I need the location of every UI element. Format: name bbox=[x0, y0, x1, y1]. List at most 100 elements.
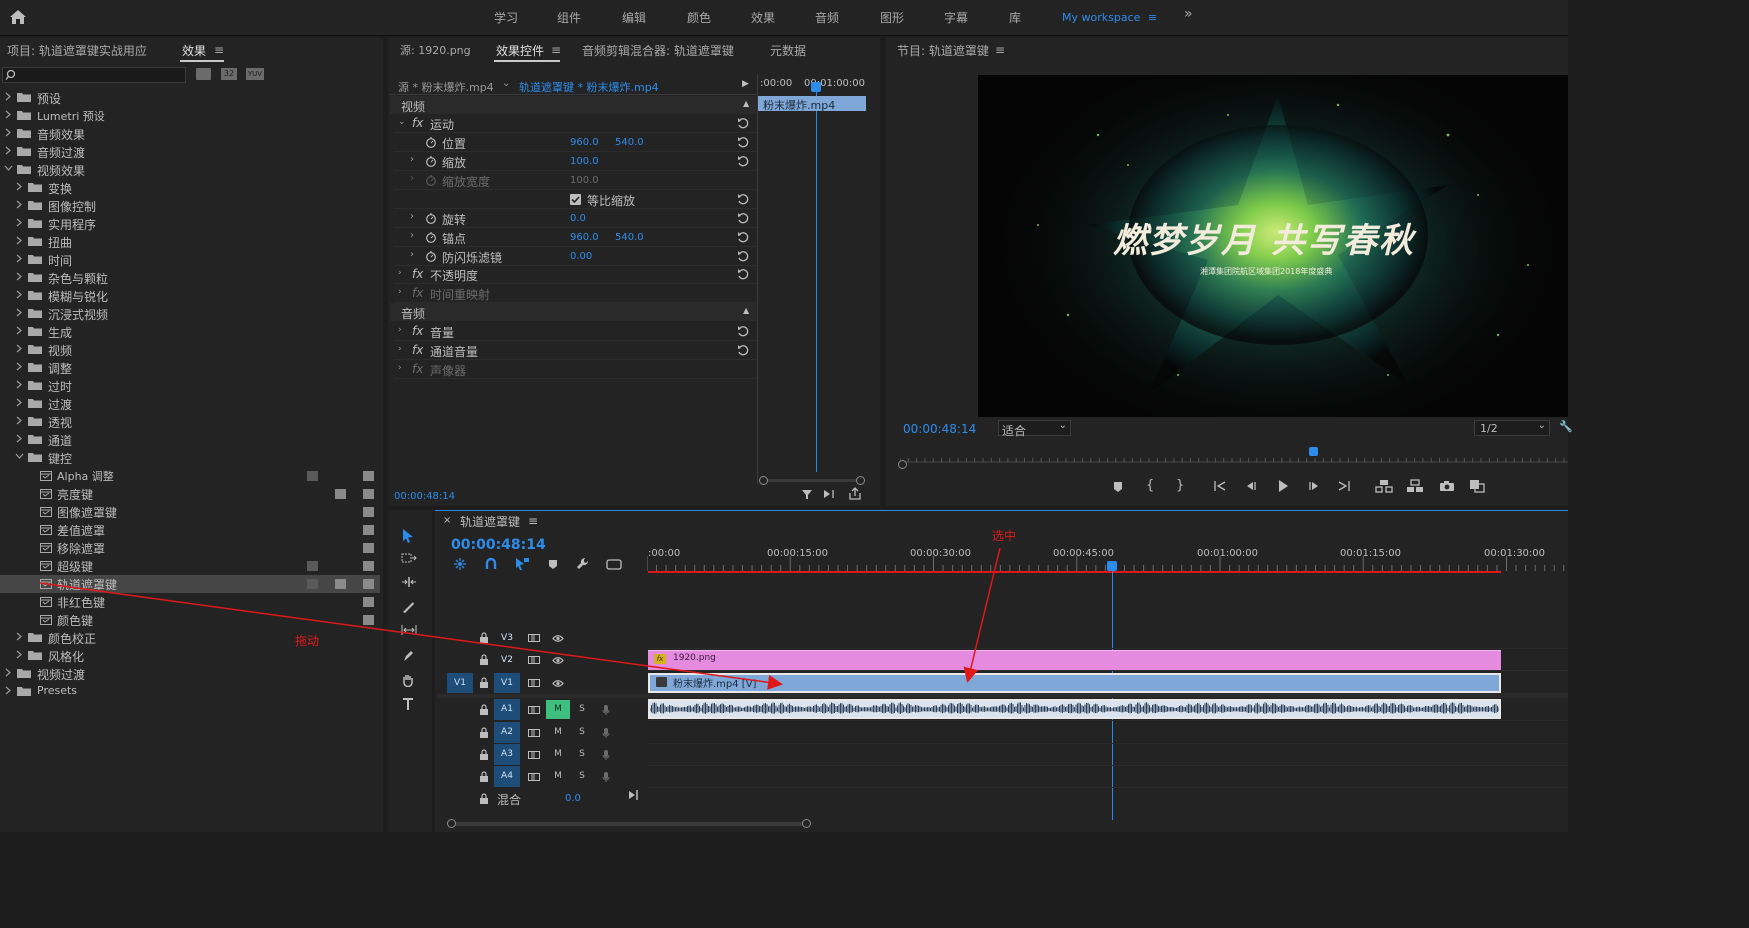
mute-button[interactable]: M bbox=[546, 700, 570, 719]
effect-param-row[interactable]: › fx 通道音量 bbox=[394, 342, 756, 360]
workspace-tab[interactable]: 图形 bbox=[880, 9, 904, 26]
lock-icon[interactable] bbox=[479, 727, 489, 738]
chevron-right-icon[interactable]: › bbox=[410, 230, 414, 241]
mute-button[interactable]: M bbox=[546, 723, 570, 742]
mark-in-icon[interactable]: { bbox=[1146, 478, 1154, 493]
chevron-right-icon[interactable] bbox=[4, 146, 13, 155]
play-icon[interactable] bbox=[1276, 479, 1290, 493]
workspace-tab[interactable]: 编辑 bbox=[622, 9, 646, 26]
effect-item[interactable]: 亮度键 bbox=[0, 485, 380, 503]
chevron-down-icon[interactable] bbox=[4, 164, 13, 173]
program-title[interactable]: 节目: 轨道遮罩键 bbox=[897, 42, 989, 59]
effects-folder[interactable]: 视频过渡 bbox=[0, 665, 380, 683]
effect-param-row[interactable]: › fx 声像器 bbox=[394, 361, 756, 379]
fx-icon[interactable]: fx bbox=[412, 343, 423, 357]
add-marker-icon[interactable] bbox=[1112, 480, 1124, 494]
track-target-toggle[interactable]: V3 bbox=[494, 628, 520, 648]
effect-item[interactable]: Alpha 调整 bbox=[0, 467, 380, 485]
program-menu-icon[interactable]: ≡ bbox=[995, 43, 1005, 57]
reset-icon[interactable] bbox=[737, 212, 749, 224]
sequence-clip-label[interactable]: 轨道遮罩键 * 粉末爆炸.mp4 bbox=[519, 79, 659, 95]
settings-wrench-icon[interactable] bbox=[576, 557, 590, 571]
reset-icon[interactable] bbox=[737, 117, 749, 129]
stopwatch-icon[interactable] bbox=[425, 136, 437, 148]
reset-icon[interactable] bbox=[737, 268, 749, 280]
effects-folder[interactable]: Presets bbox=[0, 683, 380, 701]
work-area-bar[interactable] bbox=[648, 571, 1501, 573]
ec-timecode[interactable]: 00:00:48:14 bbox=[394, 491, 455, 502]
accelerated-filter-icon[interactable] bbox=[196, 68, 211, 80]
tab-metadata[interactable]: 元数据 bbox=[770, 42, 806, 59]
voiceover-mic-icon[interactable] bbox=[602, 727, 610, 739]
chevron-right-icon[interactable]: › bbox=[410, 173, 414, 184]
mix-value[interactable]: 0.0 bbox=[565, 793, 581, 804]
chevron-right-icon[interactable]: › bbox=[410, 154, 414, 165]
program-ruler[interactable] bbox=[900, 448, 1568, 466]
stopwatch-icon[interactable] bbox=[425, 250, 437, 262]
selection-tool-icon[interactable] bbox=[401, 528, 415, 544]
effects-folder[interactable]: 音频效果 bbox=[0, 125, 380, 143]
effect-controls-menu-icon[interactable]: ≡ bbox=[551, 43, 561, 57]
settings-wrench-icon[interactable]: 🔧 bbox=[1559, 420, 1573, 433]
lock-icon[interactable] bbox=[479, 749, 489, 760]
comparison-view-icon[interactable] bbox=[1469, 479, 1485, 493]
chevron-right-icon[interactable] bbox=[4, 92, 13, 101]
tab-effects[interactable]: 效果 bbox=[182, 42, 206, 59]
lock-icon[interactable] bbox=[479, 677, 489, 688]
stopwatch-icon[interactable] bbox=[425, 174, 437, 186]
effect-param-row[interactable]: 等比缩放 bbox=[394, 191, 756, 209]
tab-audio-mixer[interactable]: 音频剪辑混合器: 轨道遮罩键 bbox=[582, 42, 734, 59]
source-clip-label[interactable]: 源 * 粉末爆炸.mp4 bbox=[398, 79, 494, 95]
nest-icon[interactable] bbox=[453, 557, 467, 571]
tab-effect-controls[interactable]: 效果控件 bbox=[496, 42, 544, 59]
effects-folder[interactable]: 调整 bbox=[0, 359, 380, 377]
voiceover-mic-icon[interactable] bbox=[602, 749, 610, 761]
effects-folder[interactable]: 键控 bbox=[0, 449, 380, 467]
chevron-right-icon[interactable] bbox=[15, 344, 24, 353]
reset-icon[interactable] bbox=[737, 231, 749, 243]
reset-icon[interactable] bbox=[737, 250, 749, 262]
snap-icon[interactable] bbox=[484, 557, 498, 571]
effects-menu-icon[interactable]: ≡ bbox=[214, 43, 224, 57]
lift-icon[interactable] bbox=[1375, 479, 1393, 493]
lock-icon[interactable] bbox=[479, 632, 489, 643]
effect-param-row[interactable]: 位置 960.0 540.0 bbox=[394, 134, 756, 152]
workspace-tab[interactable]: 字幕 bbox=[944, 9, 968, 26]
stopwatch-icon[interactable] bbox=[425, 231, 437, 243]
effect-item[interactable]: 移除遮罩 bbox=[0, 539, 380, 557]
tab-source[interactable]: 源: 1920.png bbox=[400, 42, 471, 58]
sync-lock-icon[interactable] bbox=[528, 633, 540, 643]
chevron-right-icon[interactable] bbox=[15, 632, 24, 641]
track-target-toggle[interactable]: A2 bbox=[494, 722, 520, 743]
filter-icon[interactable] bbox=[801, 488, 813, 500]
timeline-scroll-end[interactable] bbox=[802, 819, 811, 828]
home-icon[interactable] bbox=[9, 9, 27, 25]
workspace-tab[interactable]: 颜色 bbox=[687, 9, 711, 26]
effect-param-row[interactable]: › 旋转 0.0 bbox=[394, 210, 756, 228]
param-value[interactable]: 0.0 bbox=[570, 213, 586, 224]
go-to-end-icon[interactable] bbox=[628, 789, 640, 801]
chevron-right-icon[interactable] bbox=[15, 362, 24, 371]
reset-icon[interactable] bbox=[737, 344, 749, 356]
chevron-right-icon[interactable]: › bbox=[398, 344, 402, 354]
effects-folder[interactable]: 音频过渡 bbox=[0, 143, 380, 161]
export-frame-camera-icon[interactable] bbox=[1439, 480, 1455, 492]
chevron-right-icon[interactable]: › bbox=[410, 211, 414, 222]
chevron-right-icon[interactable]: › bbox=[398, 287, 402, 297]
param-value[interactable]: 100.0 bbox=[570, 156, 599, 167]
effects-folder[interactable]: 视频 bbox=[0, 341, 380, 359]
mute-button[interactable]: M bbox=[546, 767, 570, 786]
chevron-right-icon[interactable]: › bbox=[398, 268, 402, 278]
effects-folder[interactable]: 通道 bbox=[0, 431, 380, 449]
chevron-right-icon[interactable] bbox=[4, 668, 13, 677]
filter-32-badge[interactable]: 32 bbox=[221, 68, 237, 80]
play-only-clip-icon[interactable]: ▶ bbox=[742, 79, 749, 89]
track-target-toggle[interactable]: V2 bbox=[494, 650, 520, 670]
reset-icon[interactable] bbox=[737, 325, 749, 337]
effects-folder[interactable]: 沉浸式视频 bbox=[0, 305, 380, 323]
source-patch-v1[interactable]: V1 bbox=[447, 673, 473, 693]
effect-param-row[interactable]: ⌄ fx 运动 bbox=[394, 115, 756, 133]
effects-folder[interactable]: Lumetri 预设 bbox=[0, 107, 380, 125]
track-select-tool-icon[interactable] bbox=[401, 552, 417, 564]
step-back-icon[interactable] bbox=[1244, 480, 1258, 492]
